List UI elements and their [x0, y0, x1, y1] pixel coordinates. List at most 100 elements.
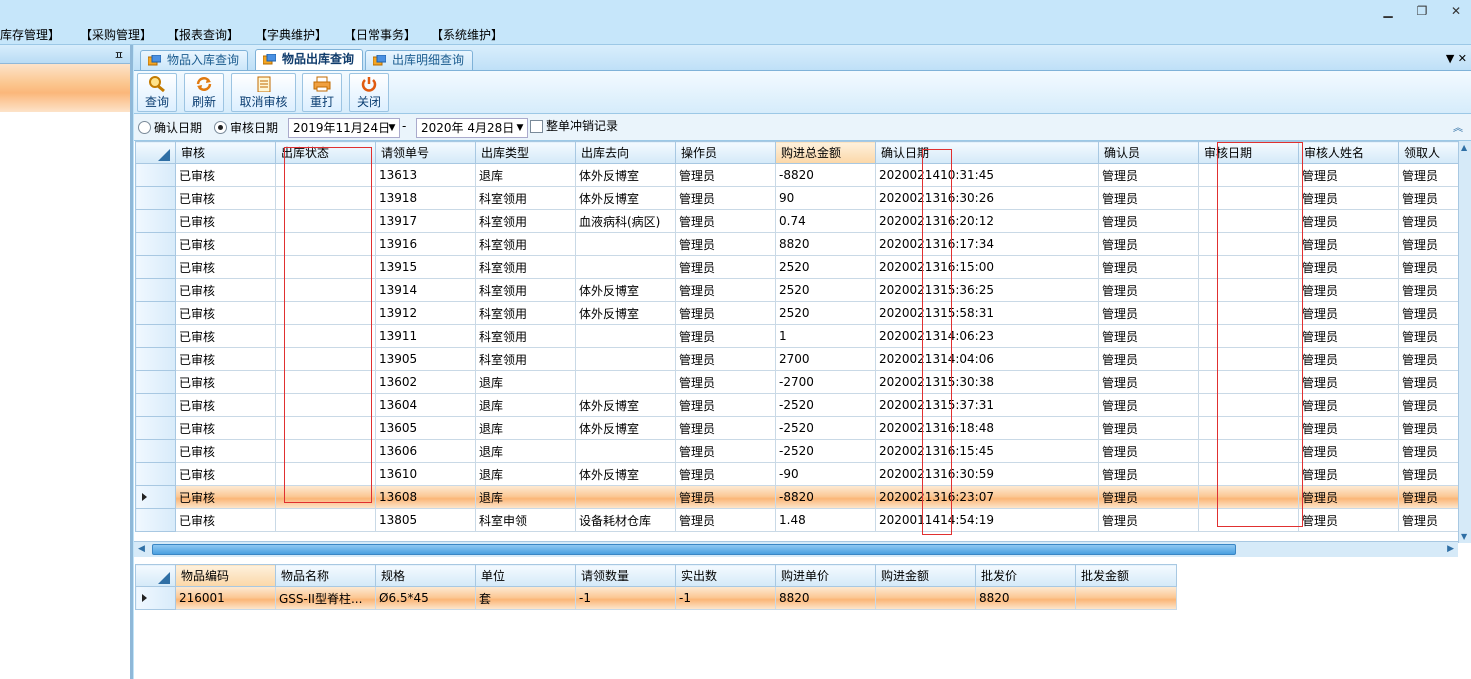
table-cell[interactable]: 13613	[375, 163, 476, 187]
table-cell[interactable]: 2020011414:54:19	[875, 508, 1099, 532]
table-cell[interactable]: 0.74	[775, 209, 876, 233]
table-cell[interactable]: 已审核	[175, 301, 276, 325]
row-indicator[interactable]	[135, 186, 176, 210]
table-cell[interactable]: 已审核	[175, 255, 276, 279]
table-cell[interactable]	[1075, 586, 1177, 610]
table-cell[interactable]: 管理员	[1298, 301, 1399, 325]
table-cell[interactable]: 2020021316:18:48	[875, 416, 1099, 440]
table-cell[interactable]: 2520	[775, 278, 876, 302]
row-indicator[interactable]	[135, 439, 176, 463]
table-cell[interactable]: 13917	[375, 209, 476, 233]
table-cell[interactable]: 13805	[375, 508, 476, 532]
table-cell[interactable]: 科室领用	[475, 209, 576, 233]
table-cell[interactable]: 已审核	[175, 232, 276, 256]
restore-icon[interactable]: ❐	[1412, 2, 1432, 20]
table-cell[interactable]: 管理员	[1398, 393, 1459, 417]
row-indicator[interactable]	[135, 232, 176, 256]
minimize-icon[interactable]: ▁	[1378, 2, 1398, 20]
table-cell[interactable]: 2700	[775, 347, 876, 371]
tab-menu-close-icon[interactable]: ▼ ✕	[1446, 52, 1467, 65]
menu-reports[interactable]: 【报表查询】	[167, 26, 239, 43]
table-cell[interactable]: 2020021316:15:45	[875, 439, 1099, 463]
table-cell[interactable]: 管理员	[1298, 439, 1399, 463]
table-cell[interactable]: 管理员	[1298, 232, 1399, 256]
table-cell[interactable]: 退库	[475, 163, 576, 187]
table-cell[interactable]: 管理员	[1298, 347, 1399, 371]
column-header[interactable]: 出库类型	[475, 141, 576, 164]
table-cell[interactable]: -8820	[775, 485, 876, 509]
column-header[interactable]: 出库去向	[575, 141, 676, 164]
table-cell[interactable]: 2020021316:30:26	[875, 186, 1099, 210]
table-cell[interactable]: 管理员	[1398, 163, 1459, 187]
row-indicator[interactable]	[135, 278, 176, 302]
column-header[interactable]: 请领数量	[575, 564, 676, 587]
table-cell[interactable]: 退库	[475, 439, 576, 463]
table-cell[interactable]	[875, 586, 976, 610]
table-cell[interactable]: 已审核	[175, 163, 276, 187]
column-header[interactable]: 操作员	[675, 141, 776, 164]
row-indicator[interactable]	[135, 370, 176, 394]
table-cell[interactable]: -90	[775, 462, 876, 486]
table-cell[interactable]: GSS-II型脊柱...	[275, 586, 376, 610]
table-cell[interactable]: 管理员	[1098, 485, 1199, 509]
row-indicator[interactable]	[135, 462, 176, 486]
table-cell[interactable]: 管理员	[1398, 462, 1459, 486]
table-cell[interactable]: 套	[475, 586, 576, 610]
table-cell[interactable]: 2520	[775, 301, 876, 325]
table-cell[interactable]: 管理员	[1098, 439, 1199, 463]
column-header[interactable]: 审核人姓名	[1298, 141, 1399, 164]
table-cell[interactable]: 管理员	[1298, 209, 1399, 233]
table-cell[interactable]: 管理员	[1098, 278, 1199, 302]
scroll-down-icon[interactable]: ▼	[1461, 532, 1467, 541]
table-cell[interactable]: 管理员	[1098, 508, 1199, 532]
table-cell[interactable]: 8820	[775, 232, 876, 256]
table-cell[interactable]: 管理员	[1098, 232, 1199, 256]
table-cell[interactable]: 2020021315:30:38	[875, 370, 1099, 394]
table-cell[interactable]: 体外反博室	[575, 163, 676, 187]
select-all-corner[interactable]	[135, 141, 176, 164]
table-cell[interactable]: 退库	[475, 485, 576, 509]
table-cell[interactable]: 13915	[375, 255, 476, 279]
table-cell[interactable]: 管理员	[1098, 301, 1199, 325]
vertical-scrollbar[interactable]: ▲ ▼	[1458, 141, 1471, 543]
table-cell[interactable]: 管理员	[1098, 462, 1199, 486]
table-cell[interactable]: 2020021410:31:45	[875, 163, 1099, 187]
table-cell[interactable]: 已审核	[175, 186, 276, 210]
table-cell[interactable]: 管理员	[1098, 416, 1199, 440]
column-header[interactable]: 单位	[475, 564, 576, 587]
table-cell[interactable]: 血液病科(病区)	[575, 209, 676, 233]
table-cell[interactable]: 管理员	[1398, 324, 1459, 348]
table-cell[interactable]: 已审核	[175, 462, 276, 486]
table-cell[interactable]: 管理员	[1398, 255, 1459, 279]
table-cell[interactable]: 2020021316:30:59	[875, 462, 1099, 486]
table-cell[interactable]: -2700	[775, 370, 876, 394]
table-cell[interactable]: 13602	[375, 370, 476, 394]
column-header[interactable]: 批发金额	[1075, 564, 1177, 587]
table-cell[interactable]: 管理员	[1298, 370, 1399, 394]
table-cell[interactable]: 管理员	[1098, 393, 1199, 417]
column-header[interactable]: 购进金额	[875, 564, 976, 587]
close-button[interactable]: 关闭	[349, 73, 389, 112]
table-cell[interactable]: 已审核	[175, 416, 276, 440]
table-cell[interactable]: 管理员	[1398, 370, 1459, 394]
table-cell[interactable]: 2020021316:20:12	[875, 209, 1099, 233]
table-cell[interactable]: 体外反博室	[575, 301, 676, 325]
table-cell[interactable]: 设备耗材仓库	[575, 508, 676, 532]
table-cell[interactable]	[575, 347, 676, 371]
row-indicator[interactable]	[135, 393, 176, 417]
table-cell[interactable]: 已审核	[175, 209, 276, 233]
table-cell[interactable]	[575, 232, 676, 256]
table-cell[interactable]: 管理员	[1398, 508, 1459, 532]
table-cell[interactable]: 科室领用	[475, 301, 576, 325]
table-cell[interactable]: 管理员	[1398, 209, 1459, 233]
table-cell[interactable]: 体外反博室	[575, 393, 676, 417]
table-cell[interactable]: 2020021315:36:25	[875, 278, 1099, 302]
table-cell[interactable]: 科室申领	[475, 508, 576, 532]
column-header[interactable]: 请领单号	[375, 141, 476, 164]
table-cell[interactable]: 8820	[975, 586, 1076, 610]
table-cell[interactable]: 体外反博室	[575, 462, 676, 486]
audit-date-radio[interactable]	[214, 121, 227, 134]
scroll-left-icon[interactable]: ◀	[138, 544, 145, 554]
table-cell[interactable]: 已审核	[175, 370, 276, 394]
table-cell[interactable]: 13608	[375, 485, 476, 509]
